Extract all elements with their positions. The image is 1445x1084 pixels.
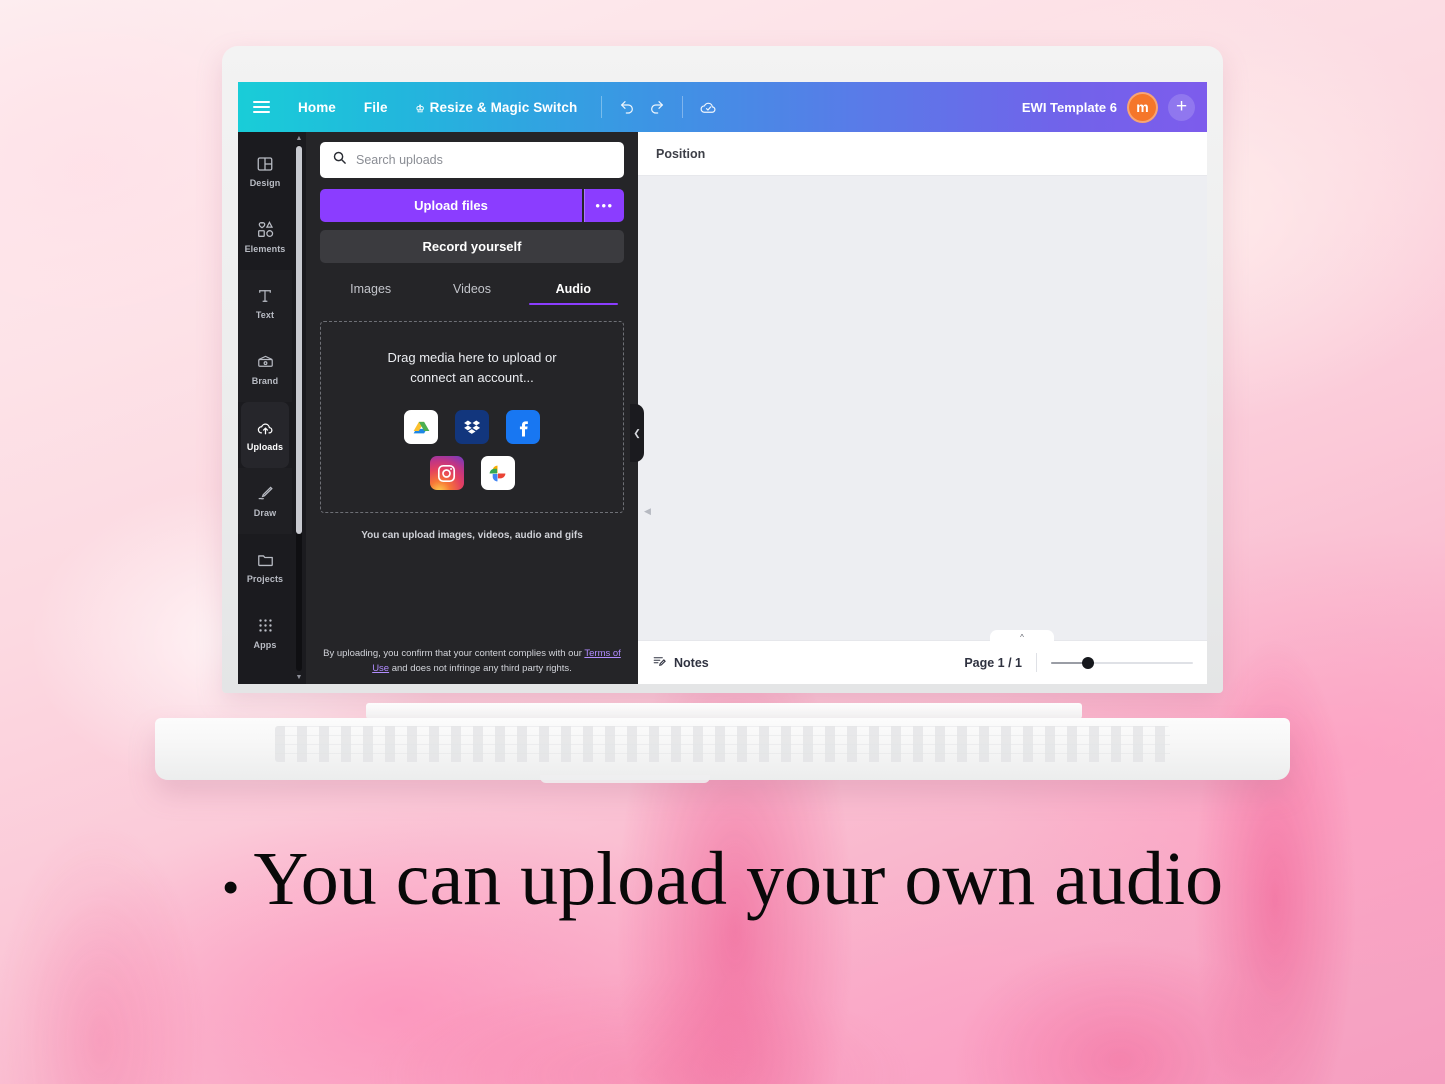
bullet-point: • <box>221 858 240 915</box>
menu-home[interactable]: Home <box>284 100 350 115</box>
laptop-screen: Home File ♔ Resize & Magic Switch EWI Tem… <box>238 82 1207 684</box>
dropzone-line2: connect an account... <box>410 370 534 386</box>
redo-icon[interactable] <box>642 92 672 122</box>
shapes-icon <box>256 220 275 239</box>
laptop-hinge <box>366 703 1082 719</box>
layout-icon <box>256 154 275 173</box>
instagram-icon[interactable] <box>429 456 464 491</box>
dropbox-icon[interactable] <box>455 410 489 445</box>
header-right-group: EWI Template 6 m + <box>1022 91 1207 123</box>
dropzone-line1: Drag media here to upload or <box>387 350 557 365</box>
tab-images[interactable]: Images <box>320 275 421 305</box>
document-title[interactable]: EWI Template 6 <box>1022 100 1117 115</box>
panel-scrollbar[interactable]: ▲ ▼ <box>292 132 306 684</box>
laptop-mockup: Home File ♔ Resize & Magic Switch EWI Tem… <box>0 0 1445 800</box>
sidebar-item-elements[interactable]: Elements <box>238 204 292 270</box>
sidebar-label: Draw <box>253 508 277 518</box>
left-sidebar: Design Elements Text Brand Uploads Draw … <box>238 132 292 684</box>
upload-more-options-button[interactable]: ••• <box>584 189 624 222</box>
sidebar-label: Apps <box>253 640 277 650</box>
sidebar-item-draw[interactable]: Draw <box>238 468 292 534</box>
crown-icon: ♔ <box>415 103 425 115</box>
record-yourself-button[interactable]: Record yourself <box>320 230 624 263</box>
uploads-tabs: Images Videos Audio <box>320 275 624 305</box>
sidebar-item-text[interactable]: Text <box>238 270 292 336</box>
grid-apps-icon <box>256 616 275 635</box>
caption-text: • You can upload your own audio <box>0 836 1445 923</box>
laptop-front-lip <box>540 775 710 783</box>
bottom-divider <box>1036 653 1037 672</box>
legal-pre: By uploading, you confirm that your cont… <box>323 647 585 659</box>
menu-file[interactable]: File <box>350 100 402 115</box>
sidebar-label: Projects <box>246 574 284 584</box>
zoom-slider-fill <box>1051 661 1085 664</box>
sidebar-item-projects[interactable]: Projects <box>238 534 292 600</box>
notes-button[interactable]: Notes <box>652 654 709 672</box>
sidebar-label: Uploads <box>246 442 284 452</box>
bottom-right-group: Page 1 / 1 <box>964 653 1193 672</box>
app-header: Home File ♔ Resize & Magic Switch EWI Tem… <box>238 82 1207 132</box>
sidebar-item-design[interactable]: Design <box>238 138 292 204</box>
app-body: Design Elements Text Brand Uploads Draw … <box>238 132 1207 684</box>
pen-icon <box>256 484 275 503</box>
canvas-scroll-left-icon[interactable]: ◀ <box>644 506 651 517</box>
cloud-saved-icon[interactable] <box>693 92 723 122</box>
page-counter: Page 1 / 1 <box>964 655 1022 670</box>
header-divider-2 <box>682 96 684 118</box>
facebook-icon[interactable] <box>506 410 540 445</box>
legal-disclaimer: By uploading, you confirm that your cont… <box>320 646 624 676</box>
upload-files-button[interactable]: Upload files <box>320 189 582 222</box>
scroll-down-icon[interactable]: ▼ <box>296 674 303 681</box>
scrollbar-thumb[interactable] <box>296 146 302 534</box>
folder-icon <box>256 550 275 569</box>
bottom-toolbar: ^ Notes Page 1 / 1 <box>638 630 1207 684</box>
collapse-panel-handle[interactable]: ❮ <box>630 404 644 462</box>
expand-pages-icon[interactable]: ^ <box>990 630 1054 642</box>
scroll-up-icon[interactable]: ▲ <box>296 135 303 142</box>
sidebar-item-brand[interactable]: Brand <box>238 336 292 402</box>
caption-label: You can upload your own audio <box>253 837 1224 921</box>
sidebar-label: Design <box>249 178 281 188</box>
legal-post: and does not infringe any third party ri… <box>389 662 572 674</box>
search-icon <box>332 150 347 170</box>
notes-icon <box>652 654 667 672</box>
menu-resize-magic-switch[interactable]: ♔ Resize & Magic Switch <box>402 100 592 115</box>
hamburger-menu-icon[interactable] <box>238 101 284 113</box>
google-drive-icon[interactable] <box>404 410 438 445</box>
search-uploads-field[interactable]: Search uploads <box>320 142 624 178</box>
header-divider-1 <box>601 96 603 118</box>
media-dropzone[interactable]: Drag media here to upload or connect an … <box>320 321 624 514</box>
sidebar-label: Elements <box>244 244 286 254</box>
uploads-panel: Search uploads Upload files ••• Record y… <box>306 132 638 684</box>
tab-audio[interactable]: Audio <box>523 275 624 305</box>
text-t-icon <box>256 286 275 305</box>
search-placeholder: Search uploads <box>356 153 443 167</box>
google-photos-icon[interactable] <box>480 456 515 491</box>
position-toolbar: Position <box>638 132 1207 176</box>
connect-account-row-2 <box>331 456 613 491</box>
cloud-upload-icon <box>256 418 275 437</box>
canvas-area[interactable]: ◀ Together with their families Anna Katr… <box>638 176 1207 640</box>
zoom-slider-knob[interactable] <box>1082 656 1094 669</box>
upload-hint: You can upload images, videos, audio and… <box>361 530 583 542</box>
connect-account-row-1 <box>331 410 613 445</box>
sidebar-label: Text <box>255 310 275 320</box>
position-label[interactable]: Position <box>656 147 705 161</box>
sidebar-label: Brand <box>251 376 279 386</box>
sidebar-item-uploads[interactable]: Uploads <box>241 402 289 468</box>
sidebar-item-apps[interactable]: Apps <box>238 600 292 666</box>
brand-kit-icon <box>256 352 275 371</box>
upload-button-row: Upload files ••• <box>320 189 624 222</box>
editor-area: Position ◀ Together with their families <box>638 132 1207 684</box>
notes-label: Notes <box>674 655 709 670</box>
undo-icon[interactable] <box>612 92 642 122</box>
tab-videos[interactable]: Videos <box>421 275 522 305</box>
avatar[interactable]: m <box>1127 91 1158 123</box>
zoom-slider[interactable] <box>1051 656 1193 670</box>
add-collaborator-button[interactable]: + <box>1168 93 1195 121</box>
laptop-base-keyboard <box>155 718 1290 780</box>
